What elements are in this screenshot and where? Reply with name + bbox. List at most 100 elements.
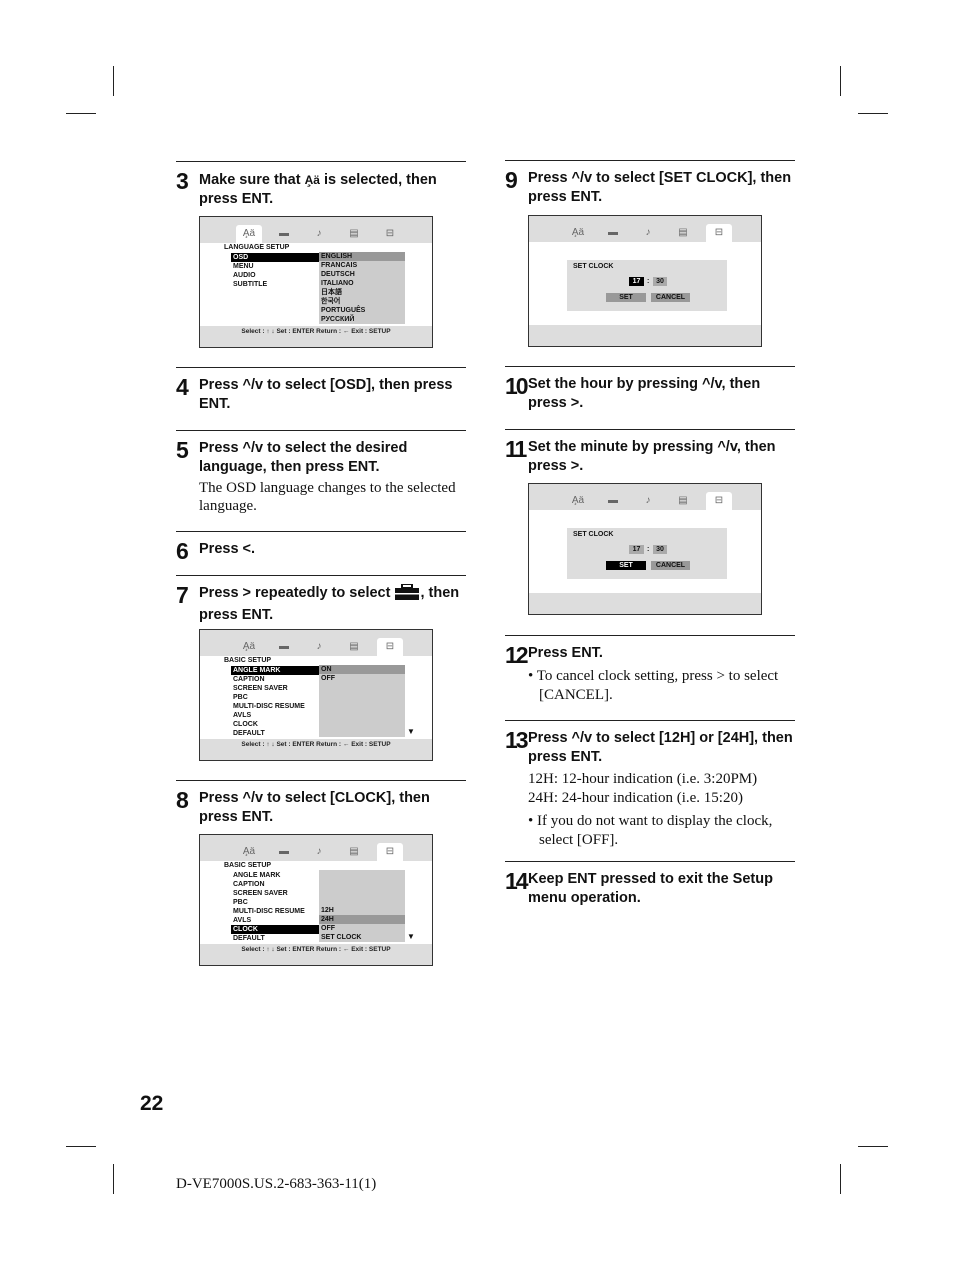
page-number: 22 [140, 1092, 164, 1115]
step-number: 12 [505, 642, 529, 668]
osd-item: ANGLE MARK [231, 666, 319, 675]
osd-option: 24H [319, 915, 405, 924]
osd-tab-bar: A̧ä ▬ ♪ ▤ ⊟ [200, 217, 432, 243]
osd-option: 12H [321, 907, 334, 914]
osd-screen-language-setup: A̧ä ▬ ♪ ▤ ⊟ LANGUAGE SETUP OSD MENU AUDI… [199, 216, 433, 348]
osd-item: CAPTION [233, 881, 265, 888]
set-clock-dialog: SET CLOCK 17 : 30 SET CANCEL [567, 260, 727, 311]
osd-option: ENGLISH [319, 252, 405, 261]
osd-option: ITALIANO [321, 280, 354, 287]
osd-option: FRANCAIS [321, 262, 358, 269]
step-heading: Press <. [199, 541, 256, 557]
step-heading: Set the minute by pressing ^/v, then pre… [528, 439, 776, 474]
osd-item: SUBTITLE [233, 281, 268, 288]
osd-option: SET CLOCK [321, 934, 362, 941]
osd-option: PORTUGUÊS [321, 307, 366, 314]
step-number: 9 [505, 167, 518, 193]
crop-mark [840, 1164, 841, 1194]
osd-item: DEFAULT [233, 935, 265, 942]
osd-item: MULTI-DISC RESUME [233, 908, 305, 915]
osd-footer: Select : ↑ ↓ Set : ENTER Return : ← Exit… [200, 944, 432, 965]
step-10: 10 Set the hour by pressing ^/v, then pr… [505, 366, 795, 429]
osd-footer [529, 593, 761, 614]
minute-field: 30 [653, 277, 667, 286]
osd-item: CLOCK [233, 721, 258, 728]
osd-footer [529, 325, 761, 346]
audio-setup-icon: ♪ [645, 495, 651, 506]
crop-mark [840, 66, 841, 96]
step-heading: Press ^/v to select [SET CLOCK], then pr… [528, 170, 792, 205]
language-setup-icon: A̧ä [236, 225, 262, 243]
osd-item: AUDIO [233, 272, 256, 279]
cancel-button: CANCEL [651, 293, 690, 302]
step-number: 7 [176, 582, 189, 608]
crop-mark [858, 113, 888, 114]
parental-control-icon: ▤ [349, 641, 359, 652]
step-heading: Press ^/v to select [12H] or [24H], then… [528, 730, 793, 765]
set-clock-title: SET CLOCK [573, 531, 614, 538]
parental-control-icon: ▤ [678, 227, 688, 238]
osd-tab-bar: A̧ä ▬ ♪ ▤ ⊟ [200, 835, 432, 861]
language-setup-icon: A̧ä [304, 173, 320, 187]
osd-option-list: ON OFF [319, 665, 405, 737]
scroll-down-arrow-icon: ▼ [407, 727, 415, 736]
basic-setup-icon: ⊟ [706, 224, 732, 242]
crop-mark [113, 66, 114, 96]
minute-field: 30 [653, 545, 667, 554]
osd-item: ANGLE MARK [233, 872, 281, 879]
osd-option-spacer [319, 870, 405, 906]
step-number: 11 [505, 436, 527, 462]
osd-item: MULTI-DISC RESUME [233, 703, 305, 710]
basic-setup-icon: ⊟ [377, 843, 403, 861]
osd-option: DEUTSCH [321, 271, 355, 278]
osd-tab-bar: A̧ä ▬ ♪ ▤ ⊟ [529, 216, 761, 242]
step-number: 4 [176, 374, 189, 400]
step-number: 5 [176, 437, 189, 463]
osd-title: LANGUAGE SETUP [224, 244, 290, 251]
set-button: SET [606, 293, 646, 302]
osd-screen-basic-setup-clock: A̧ä ▬ ♪ ▤ ⊟ BASIC SETUP ANGLE MARK CAPTI… [199, 834, 433, 966]
osd-option: 한국어 [321, 298, 341, 305]
hour-field: 17 [629, 277, 644, 286]
step-number: 13 [505, 727, 529, 753]
screen-setup-icon: ▬ [279, 228, 289, 239]
osd-item: SCREEN SAVER [233, 685, 288, 692]
step-number: 14 [505, 868, 529, 894]
osd-item-list: ANGLE MARK CAPTION SCREEN SAVER PBC MULT… [231, 871, 319, 943]
crop-mark [113, 1164, 114, 1194]
step-bullet: • If you do not want to display the cloc… [528, 813, 773, 848]
osd-item: CLOCK [231, 925, 319, 934]
osd-item-list: ANGLE MARK CAPTION SCREEN SAVER PBC MULT… [231, 666, 319, 738]
osd-option: РУССКИЙ [321, 316, 355, 323]
parental-control-icon: ▤ [349, 846, 359, 857]
language-setup-icon: A̧ä [242, 641, 256, 652]
scroll-down-arrow-icon: ▼ [407, 932, 415, 941]
osd-screen-set-clock-hour: A̧ä ▬ ♪ ▤ ⊟ SET CLOCK 17 : 30 SET CANCEL [528, 215, 762, 347]
osd-item: AVLS [233, 712, 252, 719]
set-button: SET [606, 561, 646, 570]
step-bullet: • To cancel clock setting, press > to se… [528, 668, 779, 703]
step-14: 14 Keep ENT pressed to exit the Setup me… [505, 861, 795, 922]
step-5: 5 Press ^/v to select the desired langua… [176, 430, 466, 531]
step-body-12h: 12H: 12-hour indication (i.e. 3:20PM) [528, 771, 758, 787]
audio-setup-icon: ♪ [316, 641, 322, 652]
step-body-24h: 24H: 24-hour indication (i.e. 15:20) [528, 790, 743, 806]
screen-setup-icon: ▬ [279, 641, 289, 652]
step-heading: Press > repeatedly to select , then pres… [199, 583, 460, 623]
screen-setup-icon: ▬ [608, 227, 618, 238]
step-13: 13 Press ^/v to select [12H] or [24H], t… [505, 720, 795, 861]
screen-setup-icon: ▬ [279, 846, 289, 857]
toolbox-icon [394, 583, 420, 606]
osd-item: MENU [233, 263, 254, 270]
language-setup-icon: A̧ä [571, 495, 585, 506]
step-12: 12 Press ENT. • To cancel clock setting,… [505, 635, 795, 720]
step-heading: Keep ENT pressed to exit the Setup menu … [528, 871, 773, 906]
osd-screen-basic-setup: A̧ä ▬ ♪ ▤ ⊟ BASIC SETUP ANGLE MARK CAPTI… [199, 629, 433, 761]
step-number: 6 [176, 538, 189, 564]
osd-option-list: 12H 24H OFF SET CLOCK [319, 870, 405, 942]
step-heading: Press ENT. [528, 645, 603, 661]
set-clock-title: SET CLOCK [573, 263, 614, 270]
crop-mark [858, 1146, 888, 1147]
osd-item: SCREEN SAVER [233, 890, 288, 897]
step-heading: Press ^/v to select [OSD], then press EN… [199, 377, 453, 412]
